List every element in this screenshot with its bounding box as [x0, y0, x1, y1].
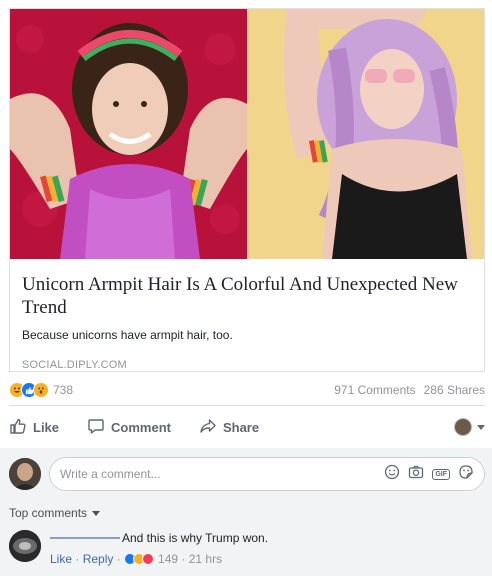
comment-composer: GIF: [9, 456, 485, 492]
divider-top: [9, 405, 485, 406]
comment-input[interactable]: [60, 467, 385, 481]
comment-reaction-count[interactable]: 149: [158, 552, 178, 566]
gif-icon[interactable]: GIF: [432, 468, 450, 480]
like-label: Like: [33, 419, 60, 435]
share-arrow-icon: [199, 417, 223, 438]
comment-button[interactable]: Comment: [87, 417, 171, 438]
reaction-count[interactable]: 738: [53, 383, 73, 397]
preview-domain: SOCIAL.DIPLY.COM: [22, 359, 127, 371]
comment-timestamp[interactable]: 21 hrs: [189, 552, 222, 566]
wow-reaction-icon[interactable]: [33, 382, 49, 398]
engagement-stats: 738 971 Comments 286 Shares: [9, 380, 485, 400]
sticker-icon[interactable]: [458, 464, 474, 485]
camera-icon[interactable]: [408, 464, 424, 485]
chevron-down-icon: [477, 424, 485, 430]
preview-title[interactable]: Unicorn Armpit Hair Is A Colorful And Un…: [22, 273, 472, 319]
preview-description: Because unicorns have armpit hair, too.: [22, 328, 233, 342]
comment-label: Comment: [111, 419, 171, 435]
comment-input-wrapper: GIF: [49, 457, 485, 491]
commenter-name-redacted[interactable]: [50, 537, 120, 539]
link-preview-card[interactable]: Unicorn Armpit Hair Is A Colorful And Un…: [9, 8, 485, 372]
love-reaction-icon: [142, 553, 155, 565]
comment-text: And this is why Trump won.: [122, 531, 269, 545]
post-as-selector[interactable]: [454, 418, 485, 436]
emoji-icon[interactable]: [384, 464, 400, 485]
share-button[interactable]: Share: [199, 417, 259, 438]
comments-count-link[interactable]: 971 Comments: [334, 383, 415, 397]
chevron-down-icon: [92, 510, 101, 516]
share-label: Share: [222, 419, 260, 435]
post-actions: Like Comment Share: [9, 410, 485, 444]
preview-text[interactable]: Unicorn Armpit Hair Is A Colorful And Un…: [10, 259, 484, 371]
like-button[interactable]: Like: [9, 417, 59, 438]
comment-sort-label: Top comments: [9, 506, 88, 520]
speech-bubble-icon: [87, 417, 111, 438]
preview-photo-left: [10, 9, 247, 259]
thumbs-up-icon: [9, 417, 33, 438]
comment-like-link[interactable]: Like: [50, 552, 72, 566]
user-avatar[interactable]: [9, 458, 41, 490]
comment-sort-dropdown[interactable]: Top comments: [9, 506, 101, 520]
comment-reply-link[interactable]: Reply: [83, 552, 114, 566]
comment-item: And this is why Trump won. Like · Reply …: [9, 530, 485, 566]
preview-photo-right: [247, 9, 484, 259]
comments-panel: GIF Top comments And this is why Trump w…: [0, 448, 492, 576]
shares-count-link[interactable]: 286 Shares: [424, 383, 485, 397]
user-avatar-small: [454, 418, 472, 436]
preview-images: [10, 9, 484, 259]
commenter-avatar[interactable]: [9, 530, 41, 562]
